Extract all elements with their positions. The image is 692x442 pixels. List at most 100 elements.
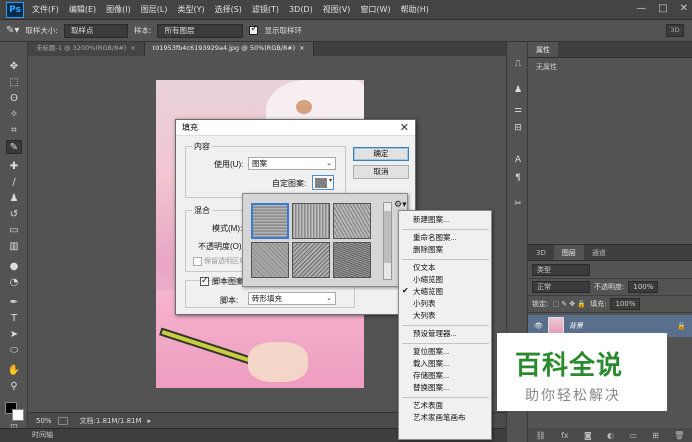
pattern-swatch[interactable] [251,242,289,278]
pattern-menu-item[interactable]: 复位图案... [413,346,449,357]
script-select[interactable]: 砖形填充 ⌄ [248,292,336,305]
doc-tab-photo[interactable]: t01953fb4c6193929a4.jpg @ 50%(RGB/8#) × [144,42,314,56]
pattern-menu-item[interactable]: 预设管理器... [413,328,457,339]
dodge-tool-icon[interactable]: ◔ [6,276,22,290]
pattern-swatch[interactable] [333,242,371,278]
gradient-tool-icon[interactable]: ▥ [6,240,22,254]
cancel-button[interactable]: 取消 [353,165,409,179]
type-tool-icon[interactable]: T [6,312,22,326]
menu-edit[interactable]: 编辑(E) [69,4,96,15]
history-brush-tool-icon[interactable]: ↺ [6,208,22,222]
eyedropper-tool-icon[interactable]: ✎ [6,140,22,154]
menu-layer[interactable]: 图层(L) [141,4,168,15]
close-icon[interactable]: × [130,44,135,52]
clone-stamp-tool-icon[interactable]: ♟ [6,192,22,206]
pattern-swatch[interactable] [292,242,330,278]
path-selection-tool-icon[interactable]: ➤ [6,328,22,342]
layer-style-icon[interactable]: fx [561,431,569,440]
eraser-tool-icon[interactable]: ▭ [6,224,22,238]
clone-source-icon[interactable]: ⊟ [512,122,524,134]
tab-channels[interactable]: 通道 [584,245,614,260]
sample-select[interactable]: 所有图层 [157,23,244,38]
close-icon[interactable]: × [299,44,304,52]
blur-tool-icon[interactable]: ● [6,260,22,274]
show-sampling-ring-checkbox[interactable] [249,24,259,35]
preserve-transparency-checkbox[interactable] [193,257,202,266]
pattern-menu-item[interactable]: 删除图案 [413,244,443,255]
pattern-menu-item[interactable]: 载入图案... [413,358,449,369]
blend-mode-select[interactable]: 正常 [532,281,590,293]
brush-tool-icon[interactable]: ∕ [6,176,22,190]
pen-tool-icon[interactable]: ✒ [6,296,22,310]
menu-filter[interactable]: 滤镜(T) [252,4,279,15]
ellipse-tool-icon[interactable]: ⬭ [6,344,22,358]
history-icon[interactable]: ⎍ [512,58,524,70]
new-group-icon[interactable]: ▭ [629,431,637,440]
pattern-menu-item[interactable]: 小缩览图 [413,274,443,285]
pattern-swatch[interactable] [333,203,371,239]
custom-pattern-picker[interactable]: ▾ [312,175,334,190]
menu-type[interactable]: 类型(Y) [177,4,204,15]
pattern-menu-item[interactable]: 大列表 [413,310,436,321]
new-layer-icon[interactable]: ⊞ [652,431,659,440]
pattern-swatch[interactable] [292,203,330,239]
adjust-icon[interactable]: ⚌ [512,104,524,116]
adjustment-layer-icon[interactable]: ◐ [607,431,614,440]
add-mask-icon[interactable]: ◙ [584,431,592,440]
character-icon[interactable]: A [512,154,524,166]
delete-layer-icon[interactable]: 🗑 [674,431,684,440]
crop-tool-icon[interactable]: ⌗ [6,124,22,138]
menu-window[interactable]: 窗口(W) [360,4,390,15]
tab-layers[interactable]: 图层 [553,245,584,260]
use-select[interactable]: 图案 ⌄ [248,157,336,170]
quick-select-tool-icon[interactable]: ✧ [6,108,22,122]
brush-preset-icon[interactable]: ♟ [512,84,524,96]
ok-button[interactable]: 确定 [353,147,409,161]
zoom-tool-icon[interactable]: ⚲ [6,380,22,394]
opacity-input[interactable]: 100% [628,281,659,293]
menu-view[interactable]: 视图(V) [323,4,351,15]
sample-size-select[interactable]: 取样点 [63,23,128,38]
lock-icons[interactable]: ⬚ ✎ ✥ 🔒 [552,300,586,308]
healing-brush-tool-icon[interactable]: ✚ [6,160,22,174]
layer-filter-select[interactable]: 类型 [532,264,590,276]
visibility-eye-icon[interactable]: 👁 [534,322,543,330]
close-window-button[interactable]: ✕ [680,3,688,14]
zoom-level[interactable]: 50% [36,417,52,425]
minimize-button[interactable]: — [636,3,646,14]
move-tool-icon[interactable]: ✥ [6,60,22,74]
tools-icon[interactable]: ✂ [512,198,524,210]
paragraph-icon[interactable]: ¶ [512,172,524,184]
menu-3d[interactable]: 3D(D) [289,5,313,14]
link-layers-icon[interactable]: ⛓ [536,431,546,440]
eyedropper-tool-preset-icon[interactable]: ✎▾ [6,25,19,36]
pattern-menu-item[interactable]: 艺术表面 [413,400,443,411]
menu-image[interactable]: 图像(I) [106,4,131,15]
status-icon[interactable] [57,416,68,425]
tab-properties[interactable]: 属性 [528,42,558,57]
gear-icon[interactable]: ⚙▾ [394,200,407,210]
maximize-button[interactable]: □ [658,3,667,14]
picker-scrollbar[interactable] [383,202,392,280]
pattern-menu-item[interactable]: 大缩览图 [413,286,443,297]
layer-name[interactable]: 背景 [569,321,583,331]
menu-help[interactable]: 帮助(H) [401,4,429,15]
pattern-menu-item[interactable]: 存储图案... [413,370,449,381]
3d-mode-button[interactable]: 3D [666,24,684,37]
script-pattern-checkbox[interactable] [200,275,209,286]
marquee-tool-icon[interactable]: ⬚ [6,76,22,90]
menu-select[interactable]: 选择(S) [215,4,242,15]
close-icon[interactable]: ✕ [400,121,409,135]
menu-file[interactable]: 文件(F) [32,4,59,15]
doc-tab-untitled[interactable]: 未标题-1 @ 3200%(RGB/8#) × [28,42,145,56]
pattern-menu-item[interactable]: 小列表 [413,298,436,309]
pattern-menu-item[interactable]: 艺术家画笔画布 [413,412,466,423]
tab-3d[interactable]: 3D [528,245,554,260]
pattern-menu-item[interactable]: 替换图案... [413,382,449,393]
pattern-swatch[interactable] [251,203,289,239]
status-menu-arrow-icon[interactable]: ▸ [148,417,152,425]
pattern-menu-item[interactable]: 新建图案... [413,214,449,225]
lasso-tool-icon[interactable]: ʘ [6,92,22,106]
pattern-menu-item[interactable]: 仅文本 [413,262,436,273]
hand-tool-icon[interactable]: ✋ [6,364,22,378]
